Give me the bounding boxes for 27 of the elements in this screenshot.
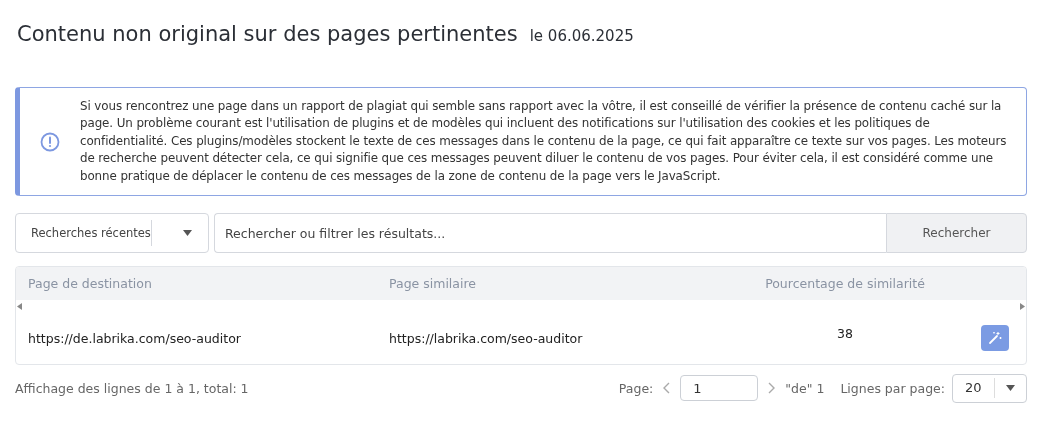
column-header: Pourcentage de similarité xyxy=(764,276,926,292)
rows-per-page-label: Lignes par page: xyxy=(840,380,945,396)
column-header: Page similaire xyxy=(388,276,478,292)
scroll-left-icon[interactable] xyxy=(17,302,22,310)
caret-icon xyxy=(182,230,192,237)
next-page-icon[interactable] xyxy=(768,382,776,395)
page-count: "de" 1 xyxy=(785,380,825,396)
report-date: le 06.06.2025 xyxy=(529,27,634,45)
previous-page-icon[interactable] xyxy=(663,382,671,395)
table-cell-text: https://de.labrika.com/seo-auditor xyxy=(27,330,242,346)
page-title: Contenu non original sur des pages pertinentes xyxy=(17,22,518,46)
search-button[interactable]: Rechercher xyxy=(886,213,1027,254)
page-number-field[interactable]: 1 xyxy=(680,375,759,402)
caret-icon xyxy=(1006,385,1015,392)
page-label: Page: xyxy=(618,380,654,396)
magic-wand-button[interactable] xyxy=(980,325,1009,352)
magic-wand-icon xyxy=(987,331,1002,346)
rows-per-page-dropdown[interactable]: 20 xyxy=(952,373,1027,403)
scroll-right-icon[interactable] xyxy=(1020,302,1025,310)
table-cell-text: 38 xyxy=(836,326,854,342)
notice-text: Si vous rencontrez une page dans un rapport de plagiat qui semble sans rapport avec la vôtre, il est conseillé de vérifier la présence de contenu caché sur la page. Un problème courant est l'utilisation de plugins et de modèles qui incluent des notifications sur l'utilisation des cookies et les politiques de confidentialité. Ces plugins/modèles stockent le texte de ces messages dans le contenu de la page, ce qui fait apparaître ce texte sur vos pages. Les moteurs de recherche peuvent détecter cela, ce qui signifie que ces messages peuvent diluer le contenu de vos pages. Pour éviter cela, il est considéré comme une bonne pratique de déplacer le contenu de ces messages de la zone de contenu de la page vers le JavaScript. xyxy=(80,98,1008,185)
exclamation-icon xyxy=(40,131,60,152)
recent-searches-dropdown[interactable]: Recherches récentes xyxy=(15,213,209,254)
rows-summary: Affichage des lignes de 1 à 1, total: 1 xyxy=(15,380,250,396)
column-header: Page de destination xyxy=(27,276,153,292)
table-cell-text: https://labrika.com/seo-auditor xyxy=(388,330,584,346)
search-field[interactable]: Rechercher ou filtrer les résultats... xyxy=(214,213,886,254)
